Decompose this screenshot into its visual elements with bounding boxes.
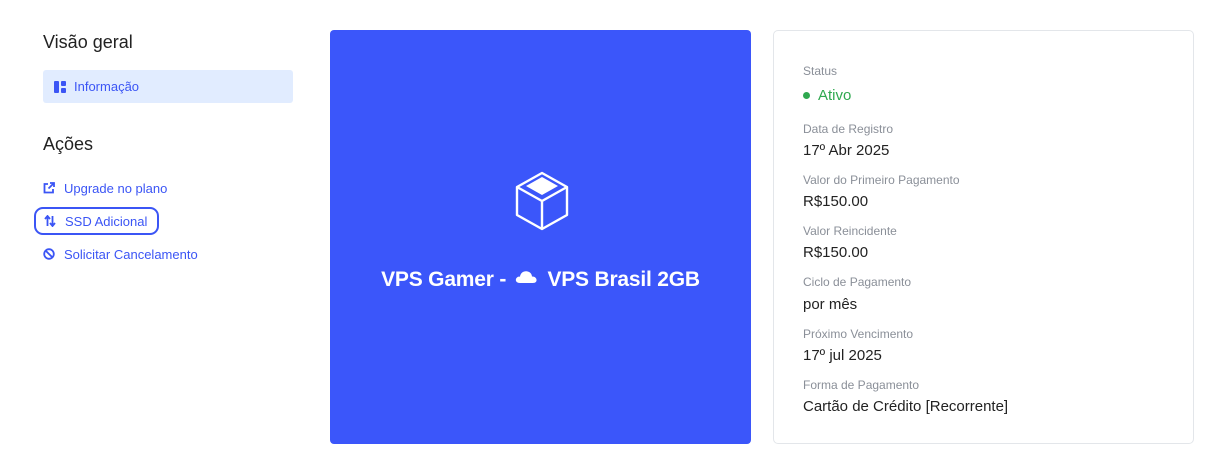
additional-ssd-link[interactable]: SSD Adicional xyxy=(34,207,160,235)
sidebar-item-label: Informação xyxy=(74,79,140,94)
cloud-icon xyxy=(514,266,538,290)
upgrade-plan-link[interactable]: Upgrade no plano xyxy=(43,176,167,200)
upgrade-plan-label: Upgrade no plano xyxy=(64,180,168,196)
first-payment-value: R$150.00 xyxy=(803,193,869,210)
sidebar: Visão geral Informação Ações Upgrade no … xyxy=(34,0,293,468)
recurring-amount-value: R$150.00 xyxy=(803,244,869,261)
next-due-date-label: Próximo Vencimento xyxy=(803,327,914,341)
dashboard-icon xyxy=(54,80,66,93)
external-link-icon xyxy=(43,182,55,194)
overview-heading: Visão geral xyxy=(43,32,133,52)
status-dot-icon xyxy=(803,92,810,99)
details-card: Status Ativo Data de Registro 17º Abr 20… xyxy=(773,30,1194,444)
payment-method-value: Cartão de Crédito [Recorrente] xyxy=(803,398,1009,415)
payment-method-label: Forma de Pagamento xyxy=(803,378,920,392)
status-badge: Ativo xyxy=(803,87,851,104)
actions-heading: Ações xyxy=(43,134,94,154)
registration-date-label: Data de Registro xyxy=(803,122,894,136)
recurring-amount-label: Valor Reincidente xyxy=(803,224,897,238)
product-card: VPS Gamer - VPS Brasil 2GB xyxy=(330,30,751,444)
status-label: Status xyxy=(803,64,838,78)
product-title-suffix: VPS Brasil 2GB xyxy=(547,268,700,291)
billing-cycle-value: por mês xyxy=(803,296,858,313)
status-value: Ativo xyxy=(818,87,852,104)
ban-icon xyxy=(43,248,55,260)
next-due-date-value: 17º jul 2025 xyxy=(803,347,882,364)
product-title-prefix: VPS Gamer - xyxy=(381,268,507,291)
billing-cycle-label: Ciclo de Pagamento xyxy=(803,275,912,289)
sidebar-item-information[interactable]: Informação xyxy=(43,70,293,103)
first-payment-label: Valor do Primeiro Pagamento xyxy=(803,173,960,187)
additional-ssd-label: SSD Adicional xyxy=(65,213,148,229)
product-title: VPS Gamer - VPS Brasil 2GB xyxy=(330,268,751,292)
cube-icon xyxy=(514,170,570,232)
request-cancellation-link[interactable]: Solicitar Cancelamento xyxy=(43,242,198,266)
swap-vertical-icon xyxy=(44,215,56,227)
registration-date-value: 17º Abr 2025 xyxy=(803,142,890,159)
request-cancellation-label: Solicitar Cancelamento xyxy=(64,246,198,262)
